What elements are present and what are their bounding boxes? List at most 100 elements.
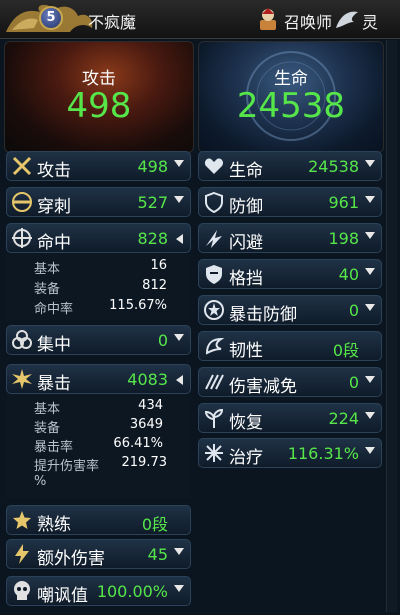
detail-value: 219.73 [121, 455, 168, 470]
detail-label: 暴击率 [34, 440, 74, 455]
expand-arrow-icon[interactable] [174, 196, 184, 203]
crit-detail-panel: 基本 434 装备 3649 暴击率 66.41% 提升伤害率 219.73 % [6, 394, 191, 498]
stat-label: 暴击 [37, 374, 71, 394]
stat-value: 0 [348, 373, 359, 392]
summoner-label[interactable]: 召唤师 [284, 9, 332, 33]
collapse-arrow-icon[interactable] [176, 234, 183, 244]
expand-arrow-icon[interactable] [365, 232, 375, 239]
stat-value: 0段 [332, 341, 359, 360]
stat-label: 集中 [37, 335, 71, 355]
stat-label: 韧性 [229, 341, 263, 361]
stat-label: 生命 [229, 161, 263, 181]
attack-summary-value: 498 [66, 86, 132, 126]
stat-row-damage-reduction[interactable]: 伤害减免 0 [198, 367, 382, 397]
stat-value: 0 [157, 331, 168, 350]
detail-value: 434 [138, 398, 163, 413]
detail-label: 基本 [34, 262, 61, 277]
detail-value: 812 [142, 278, 167, 293]
stat-label: 防御 [229, 197, 263, 217]
stat-row-block[interactable]: 格挡 40 [198, 259, 382, 289]
stat-row-attack[interactable]: 攻击 498 [6, 151, 191, 181]
damage-reduction-icon [205, 374, 224, 390]
crit-defense-icon [204, 300, 224, 320]
expand-arrow-icon[interactable] [174, 334, 184, 341]
summoner-icon[interactable] [254, 6, 282, 34]
expand-arrow-icon[interactable] [365, 376, 375, 383]
pierce-icon [12, 192, 32, 212]
star-icon [13, 511, 31, 529]
stat-value: 24538 [308, 157, 359, 176]
expand-arrow-icon[interactable] [365, 412, 375, 419]
stat-row-recovery[interactable]: 恢复 224 [198, 403, 382, 433]
stat-value: 527 [137, 193, 168, 212]
collapse-arrow-icon[interactable] [176, 375, 183, 385]
stat-row-crit[interactable]: 暴击 4083 [6, 364, 191, 394]
crosshair-icon [12, 228, 32, 248]
stat-label: 治疗 [229, 448, 263, 468]
expand-arrow-icon[interactable] [365, 268, 375, 275]
stat-label: 命中 [37, 233, 71, 253]
stat-label: 熟练 [37, 515, 71, 535]
stat-value: 961 [328, 193, 359, 212]
life-summary-value: 24538 [236, 86, 346, 126]
life-summary-panel: 生命 24538 [198, 41, 384, 153]
stat-row-taunt[interactable]: 嘲讽值 100.00% [6, 576, 191, 606]
expand-arrow-icon[interactable] [365, 196, 375, 203]
expand-arrow-icon[interactable] [174, 160, 184, 167]
stat-value: 45 [147, 545, 168, 564]
stat-row-crit-defense[interactable]: 暴击防御 0 [198, 295, 382, 325]
stat-value: 116.31% [287, 444, 359, 463]
recovery-icon [204, 408, 224, 428]
detail-value: 16 [150, 258, 167, 273]
detail-value: 3649 [129, 417, 163, 432]
stat-label: 闪避 [229, 233, 263, 253]
stat-row-heal[interactable]: 治疗 116.31% [198, 438, 382, 468]
dodge-icon [206, 230, 222, 248]
stat-value: 498 [137, 157, 168, 176]
detail-label: 装备 [34, 282, 61, 297]
character-header: 5 不疯魔 召唤师 灵 [0, 0, 400, 39]
stat-row-toughness[interactable]: 韧性 0段 [198, 331, 382, 361]
skull-icon [14, 581, 30, 600]
crossed-swords-icon [12, 156, 32, 176]
stat-value: 0 [348, 301, 359, 320]
stat-row-pierce[interactable]: 穿刺 527 [6, 187, 191, 217]
stat-row-dodge[interactable]: 闪避 198 [198, 223, 382, 253]
focus-icon [12, 330, 32, 349]
scrollbar[interactable] [386, 40, 397, 612]
player-name: 不疯魔 [88, 13, 137, 32]
detail-value: 115.67% [109, 298, 167, 313]
detail-label: 基本 [34, 402, 61, 417]
stat-label: 恢复 [229, 413, 263, 433]
stat-value: 40 [338, 265, 359, 284]
detail-label: 提升伤害率 [34, 459, 100, 474]
stat-label: 伤害减免 [229, 377, 297, 397]
detail-label: 装备 [34, 421, 61, 436]
heal-icon [205, 444, 223, 462]
stat-label: 攻击 [37, 161, 71, 181]
stat-row-hit[interactable]: 命中 828 [6, 223, 191, 253]
block-icon [206, 265, 222, 284]
expand-arrow-icon[interactable] [365, 160, 375, 167]
stat-row-life[interactable]: 生命 24538 [198, 151, 382, 181]
stat-row-proficiency[interactable]: 熟练 0段 [6, 505, 191, 535]
stat-label: 穿刺 [37, 197, 71, 217]
detail-value: 66.41% [113, 436, 163, 451]
shield-icon [205, 191, 223, 213]
stat-row-focus[interactable]: 集中 0 [6, 325, 191, 355]
stat-label: 额外伤害 [37, 549, 105, 569]
detail-label: 命中率 [34, 302, 74, 317]
wing-icon[interactable] [334, 8, 360, 32]
stat-row-defense[interactable]: 防御 961 [198, 187, 382, 217]
expand-arrow-icon[interactable] [365, 447, 375, 454]
detail-wrap-text: % [34, 474, 47, 489]
level-badge: 5 [39, 6, 63, 30]
expand-arrow-icon[interactable] [365, 304, 375, 311]
expand-arrow-icon[interactable] [174, 548, 184, 555]
heart-icon [204, 158, 224, 174]
hit-detail-panel: 基本 16 装备 812 命中率 115.67% [6, 254, 191, 320]
spirit-label[interactable]: 灵 [362, 9, 378, 33]
stat-row-extra-damage[interactable]: 额外伤害 45 [6, 539, 191, 569]
stat-value: 4083 [127, 370, 168, 389]
expand-arrow-icon[interactable] [174, 585, 184, 592]
